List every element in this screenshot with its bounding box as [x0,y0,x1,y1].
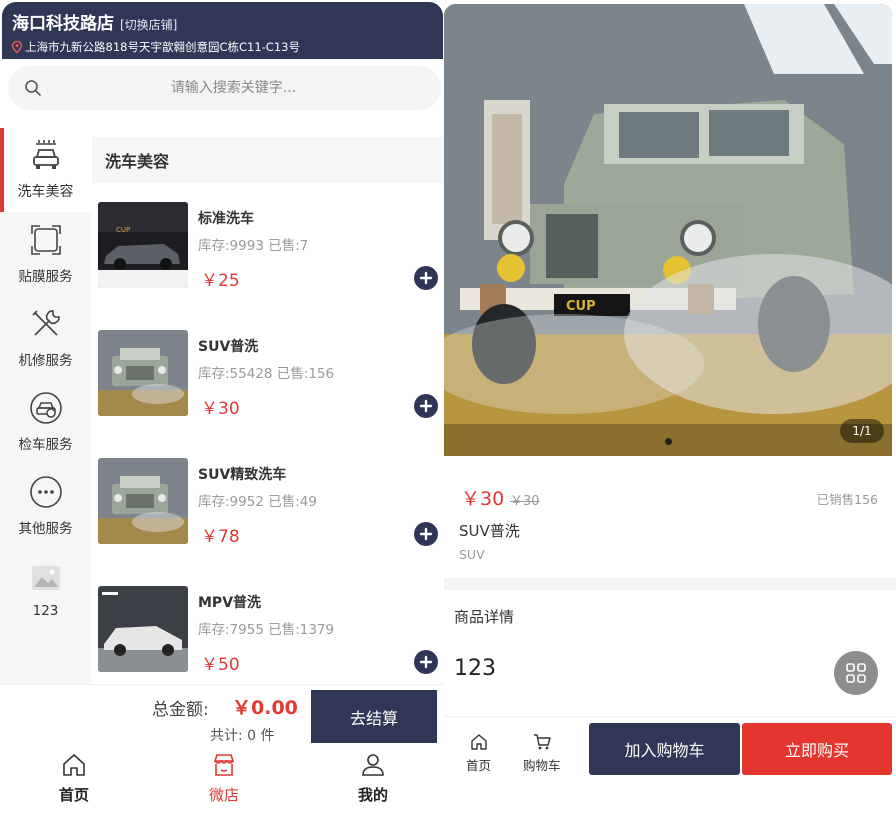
category-label: 123 [32,603,59,619]
product-thumbnail [98,458,188,544]
product-name: SUV普洗 [198,339,259,355]
add-to-cart-button[interactable] [414,394,438,418]
product-price: ￥78 [201,527,240,547]
home-icon [470,734,487,750]
section-divider [444,578,896,590]
tab-label: 首页 [58,786,89,804]
tab-home[interactable]: 首页 [34,752,114,805]
carousel-dot[interactable] [665,438,672,445]
sold-count: 已销售156 [816,492,878,507]
product-thumbnail [98,330,188,416]
plus-icon [419,271,433,285]
product-info: ￥30 ￥30 已销售156 SUV普洗 SUV [444,462,896,578]
tools-icon [31,310,60,336]
detail-product-name: SUV普洗 [459,522,520,540]
car-wash-icon [32,140,59,169]
product-name: MPV普洗 [198,595,262,611]
product-name: 标准洗车 [198,211,254,227]
product-price: ￥30 [201,399,240,419]
search-bar[interactable] [8,66,441,110]
store-address: 上海市九新公路818号天宇歆翱创意园C栋C11-C13号 [25,40,300,54]
product-stock: 库存:9993 已售:7 [198,238,309,254]
add-to-cart-button[interactable] [414,650,438,674]
action-cart-label: 购物车 [523,758,561,773]
category-item-other[interactable]: 其他服务 [0,464,91,548]
category-label: 洗车美容 [17,184,74,200]
plus-icon [419,655,433,669]
bottom-tabbar: 首页 微店 我的 [0,746,444,816]
detail-price: ￥30 [461,488,505,510]
home-icon [63,754,85,776]
store-header: 海口科技路店 [切换店铺] 上海市九新公路818号天宇歆翱创意园C栋C11-C1… [2,2,443,59]
svg-text:CUP: CUP [116,226,130,234]
category-item-car-wash[interactable]: 洗车美容 [0,128,91,212]
category-item-repair[interactable]: 机修服务 [0,296,91,380]
action-home[interactable]: 首页 [466,733,491,774]
product-detail-panel: CUP 1/1 ￥30 ￥30 已销售156 SUV普洗 SUV 商品详情 12… [444,0,896,816]
purchase-action-bar: 首页 购物车 加入购物车 立即购买 [444,716,896,816]
tab-mine[interactable]: 我的 [333,752,413,805]
product-price: ￥25 [201,271,240,291]
plus-icon [419,399,433,413]
car-inspection-icon [29,392,62,424]
product-thumbnail: CUP [98,202,188,288]
product-stock: 库存:7955 已售:1379 [198,622,335,638]
switch-store-link[interactable]: [切换店铺] [120,16,177,33]
detail-product-subtitle: SUV [459,547,485,562]
category-label: 其他服务 [18,521,73,537]
product-stock: 库存:9952 已售:49 [198,494,317,510]
add-to-cart-button[interactable]: 加入购物车 [589,723,740,775]
svg-text:CUP: CUP [566,299,596,314]
details-section-title: 商品详情 [454,608,515,626]
total-label: 总金额: [152,700,209,720]
search-input[interactable] [42,80,425,96]
action-home-label: 首页 [466,758,492,773]
cart-summary-bar: 总金额: ￥0.00 共计: 0 件 去结算 [0,684,444,746]
buy-now-button[interactable]: 立即购买 [742,723,892,775]
cart-icon [533,734,551,750]
tab-shop[interactable]: 微店 [184,752,264,805]
shop-panel: 海口科技路店 [切换店铺] 上海市九新公路818号天宇歆翱创意园C栋C11-C1… [0,0,444,816]
product-item[interactable]: SUV普洗 库存:55428 已售:156 ￥30 [98,330,444,426]
product-name: SUV精致洗车 [198,467,287,483]
product-image-carousel[interactable]: CUP 1/1 [444,4,892,456]
category-item-123[interactable]: 123 [0,548,91,632]
tab-label: 微店 [208,786,239,804]
user-icon [362,754,384,776]
store-name: 海口科技路店 [12,14,114,34]
add-to-cart-button[interactable] [414,522,438,546]
category-title: 洗车美容 [92,137,444,183]
category-item-film[interactable]: 贴膜服务 [0,212,91,296]
grid-icon [846,663,866,683]
grid-menu-button[interactable] [834,651,878,695]
product-thumbnail [98,586,188,672]
more-dots-icon [29,476,62,508]
film-frame-icon [30,225,61,255]
product-stock: 库存:55428 已售:156 [198,366,335,382]
category-label: 贴膜服务 [18,269,73,285]
product-photo: CUP [444,4,892,456]
image-icon [31,566,60,590]
original-price: ￥30 [510,494,540,509]
search-icon [25,80,41,96]
total-amount: ￥0.00 [232,697,298,719]
category-sidebar: 洗车美容 贴膜服务 机修服务 检车服务 其他服务 123 [0,128,91,684]
product-price: ￥50 [201,655,240,675]
item-count: 共计: 0 件 [210,728,275,744]
page-indicator: 1/1 [840,419,884,443]
product-item[interactable]: SUV精致洗车 库存:9952 已售:49 ￥78 [98,458,444,554]
checkout-button[interactable]: 去结算 [311,690,437,743]
shop-icon [213,754,235,776]
location-pin-icon [12,41,22,53]
product-item[interactable]: CUP 标准洗车 库存:9993 已售:7 ￥25 [98,202,444,298]
category-label: 检车服务 [18,437,73,453]
category-item-inspection[interactable]: 检车服务 [0,380,91,464]
add-to-cart-button[interactable] [414,266,438,290]
product-item[interactable]: MPV普洗 库存:7955 已售:1379 ￥50 [98,586,444,682]
action-cart[interactable]: 购物车 [523,733,561,774]
details-section-content: 123 [454,656,496,681]
category-label: 机修服务 [18,353,73,369]
tab-label: 我的 [357,786,388,804]
plus-icon [419,527,433,541]
